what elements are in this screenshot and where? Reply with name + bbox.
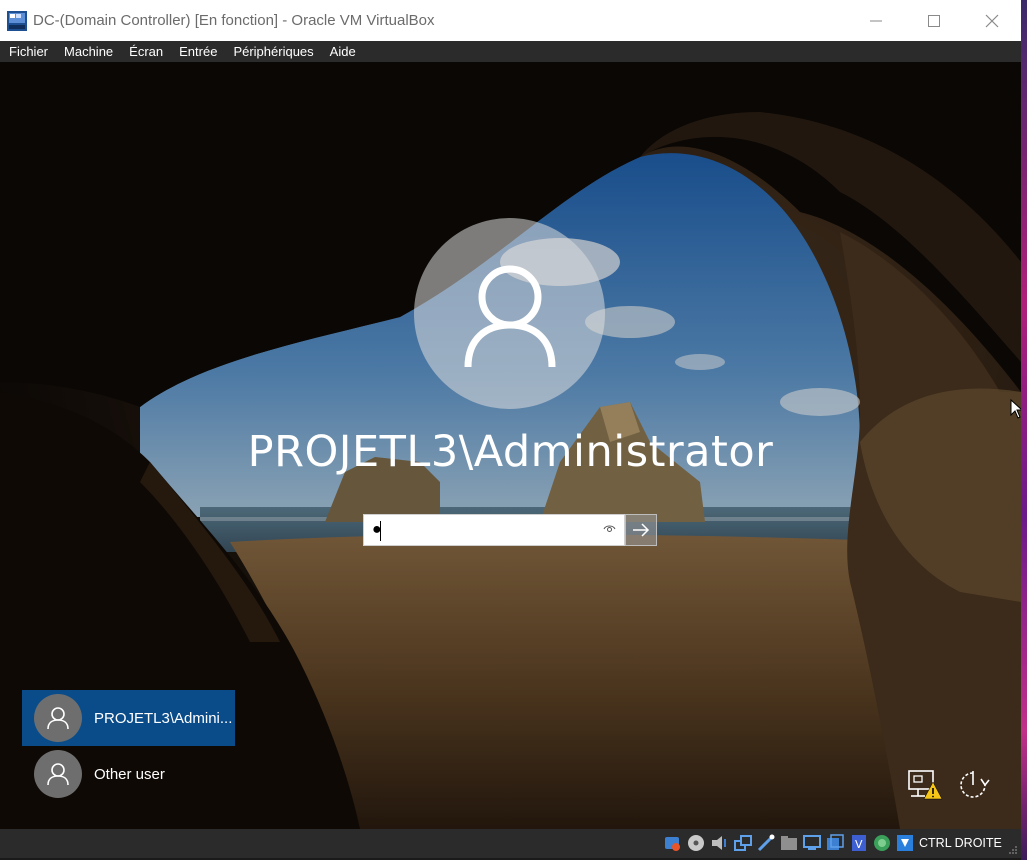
user-icon <box>47 763 69 786</box>
virtualization-icon[interactable]: V <box>849 833 869 853</box>
user-tile-label: Other user <box>94 765 165 783</box>
resize-grip-icon[interactable] <box>1008 845 1018 855</box>
text-caret <box>380 521 381 541</box>
close-icon <box>985 14 999 27</box>
status-bar: V CTRL DROITE <box>0 829 1021 858</box>
video-capture-icon[interactable] <box>825 833 845 853</box>
power-icon[interactable] <box>956 768 990 802</box>
user-tile-other[interactable]: Other user <box>22 746 235 802</box>
arrow-right-icon <box>633 523 650 537</box>
svg-text:V: V <box>855 838 863 851</box>
submit-button[interactable] <box>625 514 657 546</box>
password-input[interactable]: ● <box>363 514 625 546</box>
account-name: PROJETL3\Administrator <box>247 427 774 477</box>
menu-aide[interactable]: Aide <box>322 44 364 59</box>
guest-screen[interactable]: PROJETL3\Administrator ● PROJETL3\Admini… <box>0 62 1021 829</box>
maximize-button[interactable] <box>905 0 963 41</box>
audio-icon[interactable] <box>709 833 729 853</box>
menu-ecran[interactable]: Écran <box>121 44 171 59</box>
virtualbox-window: DC-(Domain Controller) [En fonction] - O… <box>0 0 1022 858</box>
title-bar[interactable]: DC-(Domain Controller) [En fonction] - O… <box>0 0 1021 41</box>
maximize-icon <box>928 14 940 27</box>
menu-fichier[interactable]: Fichier <box>0 44 56 59</box>
user-icon <box>464 265 555 367</box>
menu-bar: Fichier Machine Écran Entrée Périphériqu… <box>0 41 1021 62</box>
eye-icon[interactable] <box>603 524 616 534</box>
mouse-integration-icon[interactable] <box>872 833 892 853</box>
close-button[interactable] <box>963 0 1021 41</box>
user-avatar-large <box>414 218 605 409</box>
window-title: DC-(Domain Controller) [En fonction] - O… <box>33 12 435 29</box>
minimize-icon <box>870 20 882 21</box>
network-warning-icon[interactable] <box>906 768 944 802</box>
shared-folders-icon[interactable] <box>779 833 799 853</box>
minimize-button[interactable] <box>847 0 905 41</box>
menu-peripheriques[interactable]: Périphériques <box>225 44 321 59</box>
menu-machine[interactable]: Machine <box>56 44 121 59</box>
keyboard-capture-icon[interactable] <box>895 833 915 853</box>
host-key-label: CTRL DROITE <box>919 836 1002 850</box>
display-icon[interactable] <box>802 833 822 853</box>
usb-icon[interactable] <box>756 833 776 853</box>
optical-drive-icon[interactable] <box>686 833 706 853</box>
user-tile-label: PROJETL3\Admini... <box>94 709 233 727</box>
user-tile-administrator[interactable]: PROJETL3\Admini... <box>22 690 235 746</box>
virtualbox-vm-icon <box>6 10 28 32</box>
mouse-pointer-icon <box>1010 399 1021 419</box>
network-icon[interactable] <box>733 833 753 853</box>
hard-disk-icon[interactable] <box>663 833 683 853</box>
user-avatar-small <box>34 750 82 798</box>
host-desktop-edge <box>1021 0 1027 860</box>
user-icon <box>47 707 69 730</box>
menu-entree[interactable]: Entrée <box>171 44 225 59</box>
user-avatar-small <box>34 694 82 742</box>
